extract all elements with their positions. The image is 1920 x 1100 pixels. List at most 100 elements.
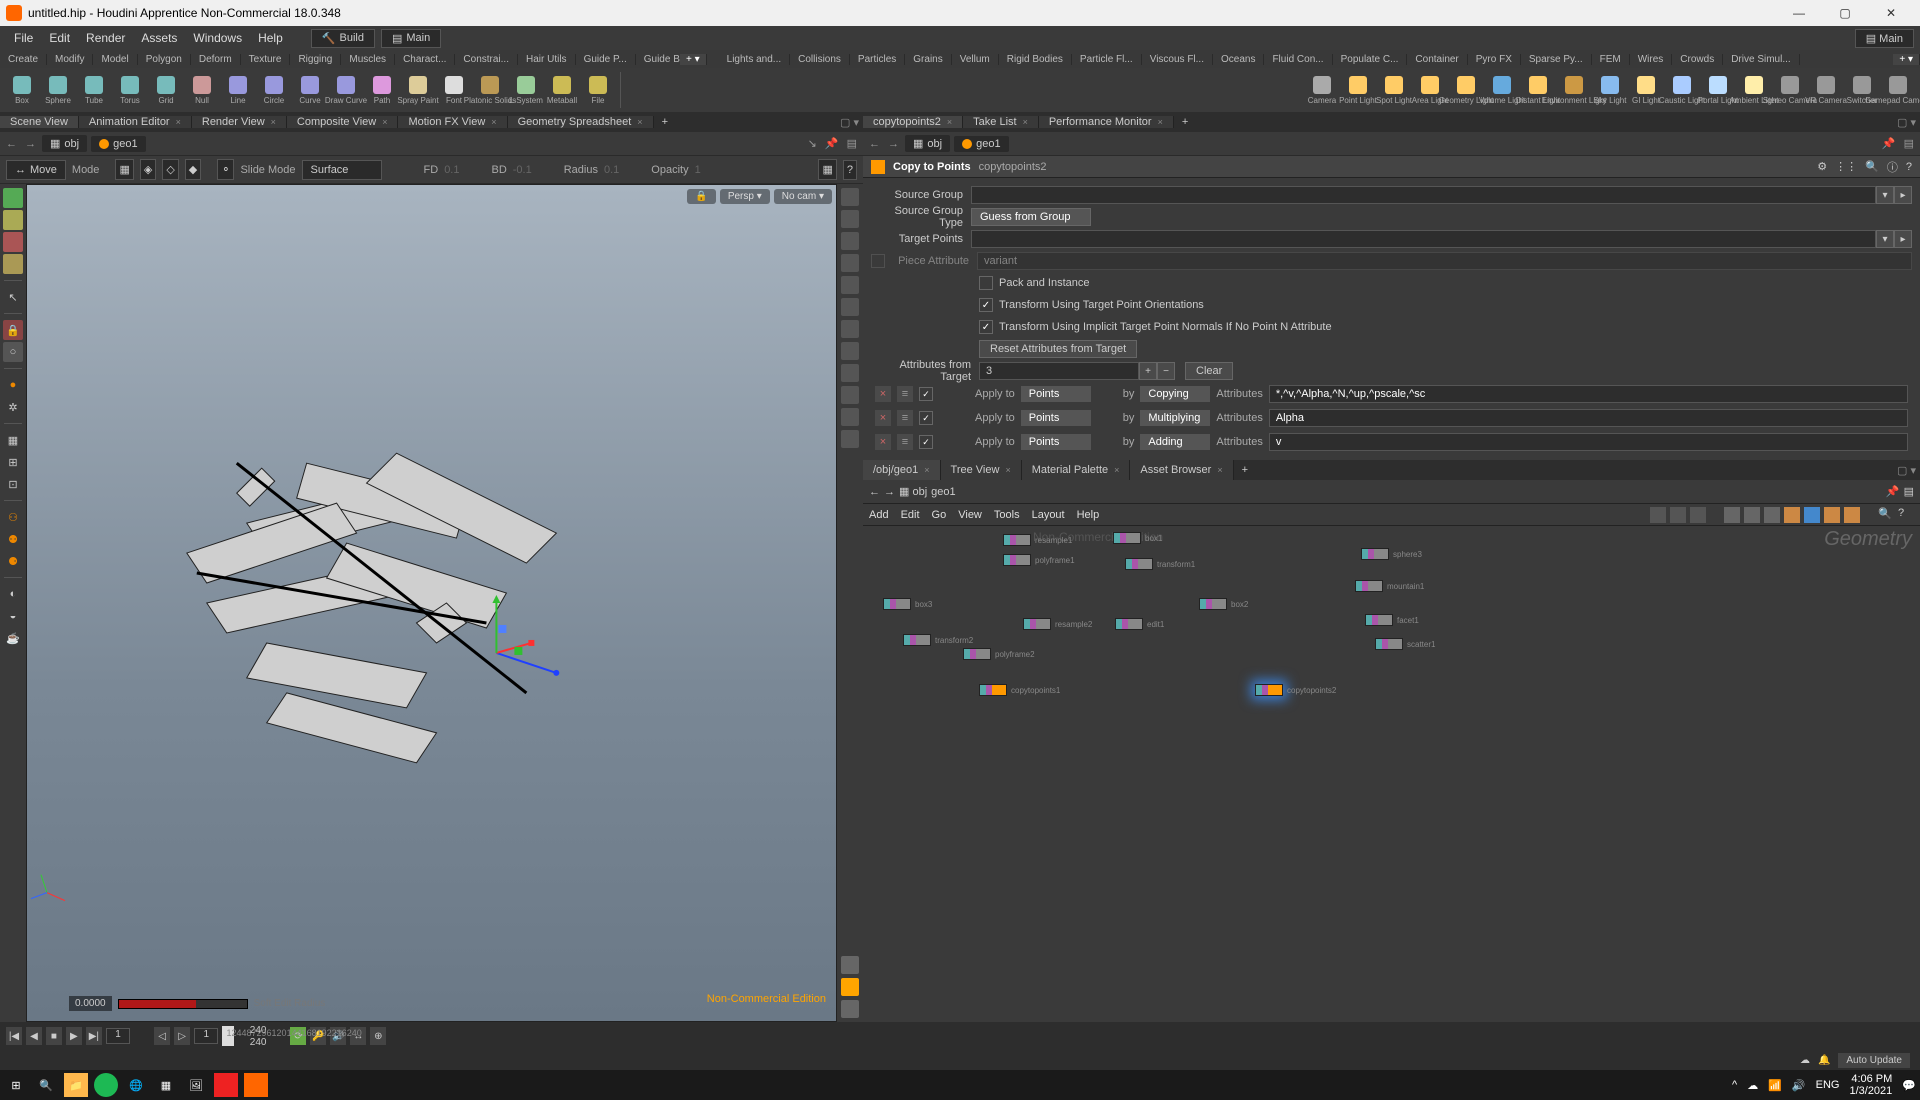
desktop-build-dropdown[interactable]: 🔨 Build [311,29,375,48]
soft-edit-slider[interactable]: 0.0000 Soft Edit Radius [69,996,325,1011]
node-name-field[interactable]: copytopoints2 [979,161,1047,173]
bell-icon[interactable]: 🔔 [1818,1055,1830,1066]
attributes-field[interactable]: Alpha [1269,409,1908,427]
shelf-tab[interactable]: Charact... [395,54,455,65]
close-button[interactable]: ✕ [1868,0,1914,26]
net-color3-icon[interactable] [1824,507,1840,523]
tab-network[interactable]: /obj/geo1× [863,460,941,480]
playback-prev-button[interactable]: ◀ [26,1027,42,1045]
playback-stop-button[interactable]: ■ [46,1027,62,1045]
apply-to-dropdown[interactable]: Points [1021,410,1091,426]
shelf-tab[interactable]: Guide P... [576,54,636,65]
viewport-lock[interactable]: 🔒 [687,189,715,204]
attrs-count-field[interactable]: 3 [979,362,1139,380]
key-prev-button[interactable]: ◁ [154,1027,170,1045]
shelf-tool[interactable]: Sphere [40,70,76,110]
network-node[interactable]: mountain1 [1355,580,1424,592]
taskbar-app2-icon[interactable]: 🖼 [184,1073,208,1097]
shelf-tool[interactable]: Spray Paint [400,70,436,110]
shelf-tab[interactable]: Constrai... [455,54,518,65]
by-dropdown[interactable]: Multiplying [1140,410,1210,426]
minimize-button[interactable]: — [1776,0,1822,26]
net-search-icon[interactable]: 🔍 [1878,507,1894,523]
shelf-tab[interactable]: Particles [850,54,905,65]
network-node[interactable]: polyframe1 [1003,554,1075,566]
rt-disp1-icon[interactable] [841,956,859,974]
shelf-tool[interactable]: Platonic Solids [472,70,508,110]
net-menu-help[interactable]: Help [1077,509,1100,521]
rt-cam-icon[interactable] [841,210,859,228]
net-menu-go[interactable]: Go [932,509,947,521]
normals-icon[interactable]: ✲ [3,397,23,417]
tab-render-view[interactable]: Render View× [192,116,287,128]
shelf-tab[interactable]: Polygon [138,54,191,65]
tray-cloud-icon[interactable]: ☁ [1747,1079,1758,1092]
mode-4-icon[interactable]: ◆ [185,159,201,180]
shelf-tab[interactable]: Viscous Fl... [1142,54,1213,65]
net-color2-icon[interactable] [1804,507,1820,523]
pane-options-icon[interactable]: ▤ [845,137,859,150]
global-icon[interactable]: ⊕ [370,1027,386,1045]
shelf-tab[interactable]: Lights and... [719,54,790,65]
parm-path-geo1[interactable]: geo1 [954,136,1008,152]
rt-ghost-icon[interactable] [841,298,859,316]
shelf-tab[interactable]: Rigging [290,54,341,65]
mode-3-icon[interactable]: ◇ [162,159,178,180]
shelf-tab[interactable]: Pyro FX [1468,54,1521,65]
viewport-camera-dropdown[interactable]: No cam ▾ [774,189,832,204]
shelf-tool[interactable]: Caustic Light [1664,70,1700,110]
shelf-tab[interactable]: Rigid Bodies [999,54,1072,65]
viewport-persp-dropdown[interactable]: Persp ▾ [720,189,770,204]
playback-play-button[interactable]: ▶ [66,1027,82,1045]
net-tool2-icon[interactable] [1670,507,1686,523]
key-next-button[interactable]: ▷ [174,1027,190,1045]
shelf-tool[interactable]: L-System [508,70,544,110]
nav-back[interactable]: ← [4,138,19,150]
shelf-tool[interactable]: Draw Curve [328,70,364,110]
path-geo1[interactable]: geo1 [91,136,145,152]
char2-icon[interactable]: ⚉ [3,529,23,549]
path-obj[interactable]: ▦ obj [42,135,87,152]
parm-pin-icon[interactable]: 📌 [1880,137,1898,150]
shelf-tool[interactable]: Camera [1304,70,1340,110]
net-menu-tools[interactable]: Tools [994,509,1020,521]
row-delete-button[interactable]: × [875,386,891,402]
net-tool3-icon[interactable] [1690,507,1706,523]
net-tool1-icon[interactable] [1650,507,1666,523]
xform-orient-checkbox[interactable]: ✓ [979,298,993,312]
shelf-tab[interactable]: Model [93,54,137,65]
tray-lang[interactable]: ENG [1816,1079,1840,1091]
net-disp1-icon[interactable] [1724,507,1740,523]
shelf-tab[interactable]: Sparse Py... [1521,54,1592,65]
pane-menu-right[interactable]: ▢ ▾ [1893,116,1920,129]
row-delete-button[interactable]: × [875,434,891,450]
network-node[interactable]: copytopoints2 [1255,684,1336,696]
menu-edit[interactable]: Edit [41,31,78,45]
tab-asset-browser[interactable]: Asset Browser× [1130,460,1233,480]
shelf-tab[interactable]: Guide B... [636,54,680,65]
shelf-tab[interactable]: Collisions [790,54,850,65]
attrs-clear-button[interactable]: Clear [1185,362,1233,380]
maximize-button[interactable]: ▢ [1822,0,1868,26]
taskbar-explorer-icon[interactable]: 📁 [64,1073,88,1097]
tab-parameters[interactable]: copytopoints2× [863,116,963,128]
network-node[interactable]: box2 [1199,598,1248,610]
reset-attrs-button[interactable]: Reset Attributes from Target [979,340,1137,358]
shelf-tool[interactable]: Null [184,70,220,110]
3d-viewport[interactable]: 🔒 Persp ▾ No cam ▾ [26,184,837,1022]
tray-notifications-icon[interactable]: 💬 [1902,1079,1916,1092]
net-disp3-icon[interactable] [1764,507,1780,523]
tray-wifi-icon[interactable]: 📶 [1768,1079,1782,1092]
target-points-menu[interactable]: ▾ [1876,230,1894,248]
pack-instance-checkbox[interactable] [979,276,993,290]
by-dropdown[interactable]: Adding [1140,434,1210,450]
rt-c-icon[interactable] [841,386,859,404]
radius-value[interactable]: 0.1 [604,164,619,176]
menu-file[interactable]: File [6,31,41,45]
shelf-tab[interactable]: Create [0,54,47,65]
follow-icon[interactable]: ↘ [806,137,819,150]
taskbar-chrome-icon[interactable]: 🌐 [124,1073,148,1097]
tray-volume-icon[interactable]: 🔊 [1792,1079,1806,1092]
network-node[interactable]: edit1 [1115,618,1164,630]
opacity-value[interactable]: 1 [695,164,701,176]
